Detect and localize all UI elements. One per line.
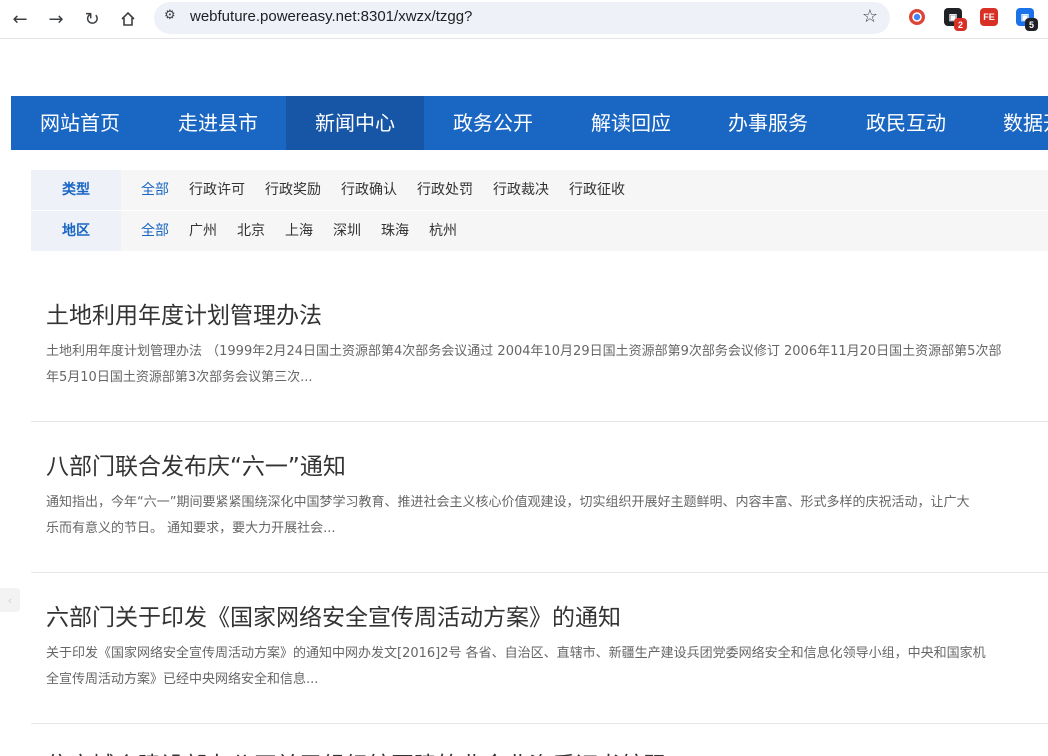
article-summary-line2: 年5月10日国土资源部第3次部务会议第三次... xyxy=(46,370,313,385)
address-bar[interactable]: ⚙ webfuture.powereasy.net:8301/xwzx/tzgg… xyxy=(154,2,890,34)
chrome-extension-icon[interactable] xyxy=(908,8,926,26)
article-title[interactable]: 六部门关于印发《国家网络安全宣传周活动方案》的通知 xyxy=(46,598,621,632)
filter-region-option[interactable]: 珠海 xyxy=(381,211,409,251)
bookmark-star-icon[interactable]: ☆ xyxy=(862,6,878,27)
extension-badge-2-count: 2 xyxy=(954,18,967,31)
article-summary-line1: 通知指出，今年“六一”期间要紧紧围绕深化中国梦学习教育、推进社会主义核心价值观建… xyxy=(46,495,970,510)
nav-item-counties[interactable]: 走进县市 xyxy=(178,96,258,150)
nav-item-interaction[interactable]: 政民互动 xyxy=(866,96,946,150)
site-info-icon[interactable]: ⚙ xyxy=(164,8,176,23)
fe-extension-icon[interactable]: FE xyxy=(980,8,998,26)
filter-region-option[interactable]: 上海 xyxy=(285,211,313,251)
nav-item-news[interactable]: 新闻中心 xyxy=(286,96,424,150)
article-title[interactable]: 土地利用年度计划管理办法 xyxy=(46,296,322,330)
article-summary-line2: 全宣传周活动方案》已经中央网络安全和信息... xyxy=(46,672,319,687)
filter-region-option[interactable]: 北京 xyxy=(237,211,265,251)
filter-type-option[interactable]: 行政裁决 xyxy=(493,170,549,210)
nav-item-gov-affairs[interactable]: 政务公开 xyxy=(453,96,533,150)
nav-item-news-label: 新闻中心 xyxy=(315,111,395,135)
filter-type-option[interactable]: 行政征收 xyxy=(569,170,625,210)
filter-region-option[interactable]: 全部 xyxy=(141,211,169,251)
article-summary-line1: 关于印发《国家网络安全宣传周活动方案》的通知中网办发文[2016]2号 各省、自… xyxy=(46,646,986,661)
article-title[interactable]: 八部门联合发布庆“六一”通知 xyxy=(46,447,346,481)
article-title[interactable]: 住房城乡建设部办公厅关于组织编写建筑业企业资质证书编码 xyxy=(46,746,667,756)
url-text[interactable]: webfuture.powereasy.net:8301/xwzx/tzgg? xyxy=(190,8,472,25)
forward-icon[interactable]: → xyxy=(44,7,68,31)
article-item: 八部门联合发布庆“六一”通知 通知指出，今年“六一”期间要紧紧围绕深化中国梦学习… xyxy=(31,447,1048,547)
filter-region-option[interactable]: 杭州 xyxy=(429,211,457,251)
article-divider xyxy=(31,421,1048,422)
filter-type-option[interactable]: 行政处罚 xyxy=(417,170,473,210)
filter-type-option[interactable]: 行政奖励 xyxy=(265,170,321,210)
filter-region-label: 地区 xyxy=(31,211,121,251)
browser-toolbar: ← → ↻ ⚙ webfuture.powereasy.net:8301/xwz… xyxy=(0,0,1048,39)
home-icon[interactable] xyxy=(116,7,140,31)
filter-type-label: 类型 xyxy=(31,170,121,210)
filter-type-option[interactable]: 全部 xyxy=(141,170,169,210)
filter-region-option[interactable]: 深圳 xyxy=(333,211,361,251)
article-item: 六部门关于印发《国家网络安全宣传周活动方案》的通知 关于印发《国家网络安全宣传周… xyxy=(31,598,1048,698)
filter-type-option[interactable]: 行政确认 xyxy=(341,170,397,210)
filter-region-option[interactable]: 广州 xyxy=(189,211,217,251)
nav-item-services[interactable]: 办事服务 xyxy=(728,96,808,150)
article-divider xyxy=(31,572,1048,573)
filter-region-row: 地区 全部 广州 北京 上海 深圳 珠海 杭州 xyxy=(31,211,1048,251)
reload-icon[interactable]: ↻ xyxy=(80,7,104,31)
filter-type-option[interactable]: 行政许可 xyxy=(189,170,245,210)
article-item: 土地利用年度计划管理办法 土地利用年度计划管理办法 （1999年2月24日国土资… xyxy=(31,296,1048,396)
back-icon[interactable]: ← xyxy=(8,7,32,31)
extension-badge-5-count: 5 xyxy=(1025,18,1038,31)
article-divider xyxy=(31,723,1048,724)
nav-item-interpretation[interactable]: 解读回应 xyxy=(591,96,671,150)
article-summary-line2: 乐而有意义的节日。 通知要求，要大力开展社会... xyxy=(46,521,336,536)
filter-type-row: 类型 全部 行政许可 行政奖励 行政确认 行政处罚 行政裁决 行政征收 xyxy=(31,170,1048,210)
nav-item-home[interactable]: 网站首页 xyxy=(40,96,120,150)
side-collapse-tab[interactable]: ‹ xyxy=(0,588,20,612)
main-nav: 网站首页 走进县市 新闻中心 政务公开 解读回应 办事服务 政民互动 数据开放 xyxy=(11,96,1048,150)
article-item: 住房城乡建设部办公厅关于组织编写建筑业企业资质证书编码 xyxy=(31,746,1048,756)
nav-item-open-data[interactable]: 数据开放 xyxy=(1003,96,1048,150)
article-summary-line1: 土地利用年度计划管理办法 （1999年2月24日国土资源部第4次部务会议通过 2… xyxy=(46,344,1002,359)
